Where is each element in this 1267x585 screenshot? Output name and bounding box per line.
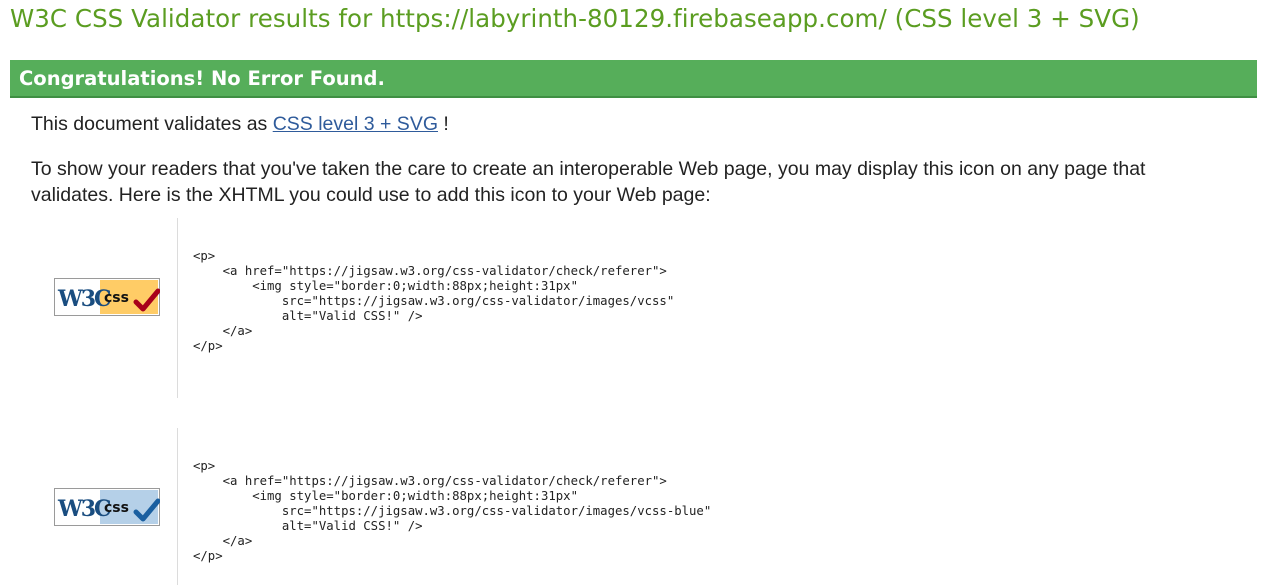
badge-label: css [104,500,129,516]
css-profile-link[interactable]: CSS level 3 + SVG [273,113,438,135]
xhtml-snippet-gold: <p> <a href="https://jigsaw.w3.org/css-v… [193,249,675,353]
validation-message-suffix: ! [438,113,449,135]
valid-css-blue-icon[interactable]: W3C css [54,488,160,526]
w3c-logo-text: W3C [57,286,111,312]
validation-message-prefix: This document validates as [31,113,273,135]
page-title: W3C CSS Validator results for https://la… [10,4,1140,33]
w3c-logo-text: W3C [57,496,111,522]
xhtml-snippet-blue: <p> <a href="https://jigsaw.w3.org/css-v… [193,459,712,563]
badge-block-gold: W3C css <p> <a href="https://jigsaw.w3.o… [31,218,791,398]
success-banner: Congratulations! No Error Found. [10,60,1257,98]
badge-cell: W3C css [31,428,178,585]
validation-message: This document validates as CSS level 3 +… [31,111,1211,137]
icon-instructions: To show your readers that you've taken t… [31,158,1146,206]
badge-cell: W3C css [31,218,178,398]
valid-css-gold-icon[interactable]: W3C css [54,278,160,316]
badge-block-blue: W3C css <p> <a href="https://jigsaw.w3.o… [31,428,791,585]
badge-label: css [104,290,129,306]
success-heading: Congratulations! No Error Found. [19,67,385,90]
